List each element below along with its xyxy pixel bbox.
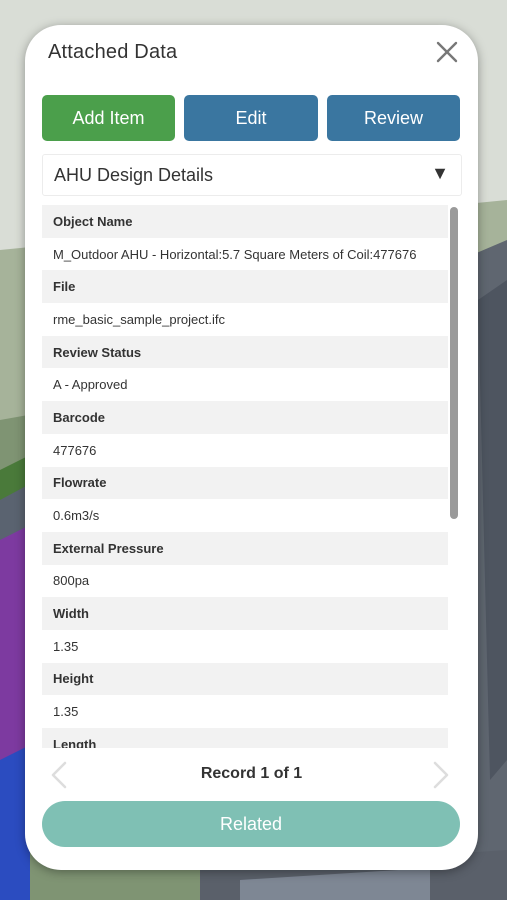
field-value: 800pa — [42, 564, 448, 598]
field-value: 477676 — [42, 433, 448, 467]
edit-button[interactable]: Edit — [184, 95, 318, 141]
scrollbar[interactable] — [448, 205, 460, 748]
record-counter: Record 1 of 1 — [200, 765, 303, 782]
field-value: 1.35 — [42, 629, 448, 663]
chevron-right-icon[interactable] — [430, 760, 452, 790]
field-label: External Pressure — [42, 531, 448, 565]
field-value: 0.6m3/s — [42, 499, 448, 532]
field-value: rme_basic_sample_project.ifc — [42, 303, 448, 336]
field-label: Barcode — [42, 401, 448, 434]
related-button[interactable]: Related — [42, 801, 460, 847]
data-set-dropdown[interactable]: AHU Design Details ▼ — [42, 154, 462, 196]
dropdown-selected-value: AHU Design Details — [54, 164, 214, 185]
field-label: Height — [42, 662, 448, 696]
panel-title: Attached Data — [48, 41, 178, 63]
field-label: Flowrate — [42, 466, 448, 500]
field-value: M_Outdoor AHU - Horizontal:5.7 Square Me… — [42, 237, 448, 271]
attached-data-panel: Attached Data Add Item Edit Review AHU D… — [25, 25, 478, 870]
field-label: Width — [42, 597, 448, 630]
fields-list[interactable]: Object Name M_Outdoor AHU - Horizontal:5… — [42, 205, 448, 748]
field-value: 1.35 — [42, 695, 448, 728]
close-icon[interactable] — [434, 39, 460, 65]
field-label: Review Status — [42, 335, 448, 369]
add-item-button[interactable]: Add Item — [42, 95, 175, 141]
dropdown-arrow-icon: ▼ — [431, 163, 449, 183]
field-label: File — [42, 270, 448, 304]
field-label: Object Name — [42, 205, 448, 238]
scrollbar-thumb[interactable] — [450, 207, 458, 519]
field-label: Length — [42, 728, 448, 748]
review-button[interactable]: Review — [327, 95, 460, 141]
field-value: A - Approved — [42, 368, 448, 402]
